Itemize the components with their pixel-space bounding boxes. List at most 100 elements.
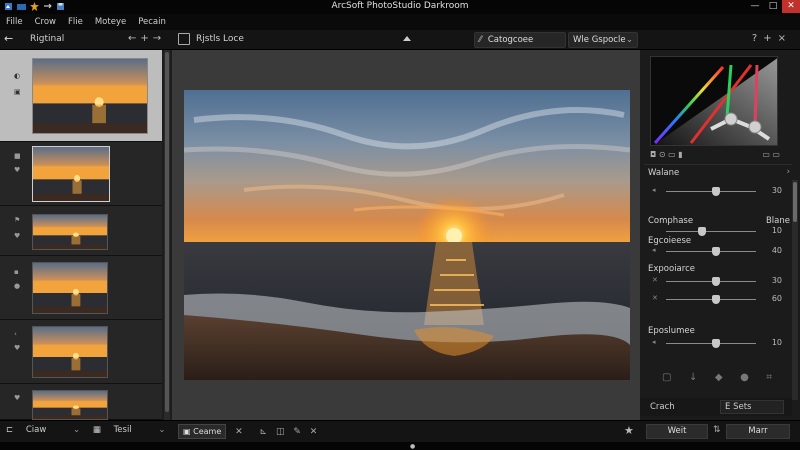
thumbnail[interactable] [32,214,108,250]
weit-button[interactable]: Weit [646,424,708,439]
curve-tool-icons[interactable]: ◘ ⊙ ▭ ▮ [650,150,683,159]
filmstrip-item[interactable]: ◐ ▣ [0,50,162,142]
speaker-icon: ◂ [652,338,656,346]
star-icon[interactable]: ★ [624,424,634,437]
heart-icon[interactable]: ♥ [14,344,20,352]
menu-item-3[interactable]: Flie [68,17,83,27]
maximize-button[interactable]: □ [764,0,782,13]
back-arrow-icon[interactable]: ← [4,33,16,45]
pen-icon[interactable]: ✎ [293,427,301,437]
heart-icon[interactable]: ♥ [14,394,20,402]
slider-knob[interactable] [711,277,720,286]
chevron-down-icon[interactable]: ⌄ [158,425,165,435]
left-panel-label: Rigtinal [30,34,65,44]
menu-item-5[interactable]: Pecain [138,17,166,27]
filmstrip-item[interactable]: ‹ ♥ [0,320,162,384]
bottom-left-a[interactable]: Ciaw [26,425,46,435]
filmstrip-item[interactable]: ▪ ● [0,256,162,320]
heart-icon[interactable]: ♥ [14,232,20,240]
section-egcoieese-label: Egcoieese [648,236,692,246]
thumbnail[interactable] [32,390,108,420]
minus-icon: ◂ [652,246,656,254]
slider-knob[interactable] [711,247,720,256]
square-icon[interactable]: ■ [14,152,21,160]
curves-graph[interactable] [650,56,778,146]
slider-value: 60 [771,294,782,303]
square-tool-icon[interactable]: ▢ [662,372,671,383]
sets-dropdown[interactable]: E Sets [720,400,784,414]
thumbnail[interactable] [32,146,110,202]
exposure-slider-1[interactable]: ✕ 30 [650,276,790,286]
section-comphase-right-label: Blane [765,216,790,226]
close-small-icon[interactable]: ✕ [235,427,243,437]
status-bar: ● [0,442,800,450]
chevron-right-icon[interactable]: › [787,167,790,177]
adjustments-panel: ◘ ⊙ ▭ ▮ ▭ ▭ Walane › ◂ 30 Comphase Blane… [640,50,800,420]
slider-track[interactable] [666,231,756,232]
slider-value: 30 [771,276,782,285]
square-icon[interactable]: ▪ [14,268,19,276]
slider-knob[interactable] [711,295,720,304]
menu-item-4[interactable]: Moteye [95,17,126,27]
menu-item-file[interactable]: Fille [6,17,23,27]
speaker-icon: ◂ [652,186,656,194]
egcoieese-slider[interactable]: ◂ 40 [650,246,790,256]
photo-canvas [172,50,640,420]
crop-icon[interactable] [178,33,190,45]
curve-tools[interactable]: ◘ ⊙ ▭ ▮ ▭ ▭ [650,150,780,159]
footer-label[interactable]: Crach [650,402,675,412]
category-button[interactable]: ⁄⁄ Catogcoee [474,32,566,48]
menu-item-2[interactable]: Crow [35,17,56,27]
close-button[interactable]: ✕ [782,0,800,13]
slider-knob[interactable] [711,187,720,196]
brush-icon: ⁄⁄ [479,35,482,45]
walane-slider[interactable]: ◂ 30 [650,186,790,196]
preset-dropdown[interactable]: Wle Gspocle ⌄ [568,32,638,48]
eye-icon[interactable]: ◐ [14,72,20,80]
adjustments-footer: Crach E Sets [640,398,792,416]
curve-tool-icons-right[interactable]: ▭ ▭ [762,150,780,159]
crop-small-icon[interactable]: ⊾ [260,427,268,437]
stack-icon[interactable]: ▣ [14,88,21,96]
heart-icon[interactable]: ♥ [14,166,20,174]
adjustments-scrollbar[interactable] [792,180,798,400]
compare-icon[interactable]: ◫ [276,427,285,437]
left-panel-tools[interactable]: ←+→ [128,33,165,44]
chevron-left-icon[interactable]: ‹ [14,330,17,338]
view-tab[interactable]: ▣ Ceame [178,424,227,439]
filmstrip-item[interactable]: ♥ [0,384,162,420]
diamond-icon[interactable]: ◆ [715,372,723,383]
comphase-slider[interactable]: 10 [650,226,790,236]
slider-knob[interactable] [711,339,720,348]
grid-icon[interactable]: ⌗ [766,372,772,383]
filmstrip-item[interactable]: ⚑ ♥ [0,206,162,256]
thumbnail[interactable] [32,262,108,314]
circle-tool-icon[interactable]: ● [740,372,749,383]
bottom-left-b[interactable]: Tesil [114,425,132,435]
close-small-icon[interactable]: ✕ [310,427,318,437]
window-title: ArcSoft PhotoStudio Darkroom [331,1,469,11]
collapse-caret-icon[interactable] [403,36,411,41]
arrow-down-icon[interactable]: ↓ [689,372,697,383]
exposure-slider-2[interactable]: ✕ 60 [650,294,790,304]
grid-small-icon[interactable]: ▦ [93,425,101,435]
slider-knob[interactable] [698,227,706,236]
eposlumee-slider[interactable]: ◂ 10 [650,338,790,348]
circle-icon[interactable]: ● [14,282,20,290]
thumbnail[interactable] [32,326,108,378]
thumbnail[interactable] [32,58,148,134]
flag-icon[interactable]: ⚑ [14,216,20,224]
minimize-button[interactable]: — [746,0,764,13]
scrollbar-thumb[interactable] [165,52,169,412]
view-controls: ▣ Ceame ✕ ⊾ ◫ ✎ ✕ [178,424,317,439]
swap-icon[interactable]: ⇅ [713,425,721,435]
right-panel-tools[interactable]: ?+× [752,33,792,44]
main-photo[interactable] [184,90,630,380]
filmstrip-item[interactable]: ■ ♥ [0,142,162,206]
section-comphase-label: Comphase [648,216,694,226]
scrollbar-thumb[interactable] [793,182,797,222]
filmstrip-scrollbar[interactable] [164,50,170,420]
bottom-left-icon[interactable]: ⊏ [6,425,13,435]
chevron-down-icon[interactable]: ⌄ [73,425,80,435]
marr-button[interactable]: Marr [726,424,790,439]
